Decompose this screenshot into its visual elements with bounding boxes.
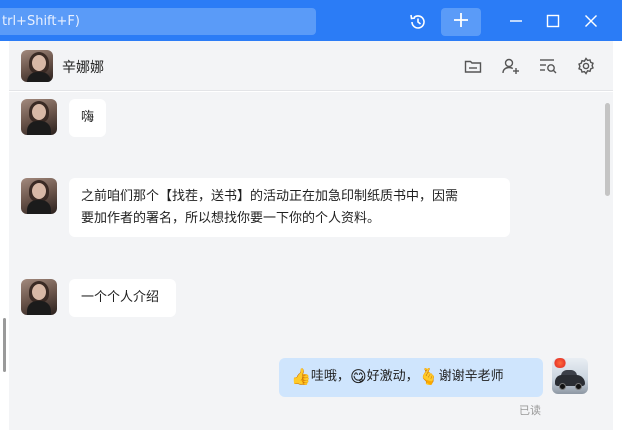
close-icon bbox=[584, 13, 598, 32]
message-bubble[interactable]: 之前咱们那个【找茬，送书】的活动正在加急印制纸质书中，因需 要加作者的署名，所以… bbox=[69, 178, 510, 237]
message-text: 嗨 bbox=[81, 110, 95, 125]
title-bar: trl+Shift+F) bbox=[0, 0, 622, 41]
close-button[interactable] bbox=[576, 9, 606, 35]
contact-avatar[interactable] bbox=[21, 50, 53, 82]
new-chat-button[interactable] bbox=[441, 8, 481, 36]
minimize-icon bbox=[509, 13, 523, 32]
contact-name[interactable]: 辛娜娜 bbox=[62, 57, 104, 77]
minimize-button[interactable] bbox=[501, 9, 531, 35]
message-scrollbar[interactable] bbox=[605, 103, 610, 196]
message-text-line: 之前咱们那个【找茬，送书】的活动正在加急印制纸质书中，因需 bbox=[81, 189, 459, 204]
my-avatar[interactable] bbox=[552, 358, 588, 394]
global-search-input[interactable]: trl+Shift+F) bbox=[0, 8, 316, 35]
folder-icon[interactable] bbox=[462, 55, 484, 77]
message-text: 谢谢辛老师 bbox=[438, 369, 504, 384]
contact-avatar[interactable] bbox=[21, 99, 57, 135]
history-icon[interactable] bbox=[405, 9, 431, 35]
chat-header: 辛娜娜 bbox=[9, 41, 613, 91]
thumbs-up-emoji: 👍 bbox=[291, 367, 311, 386]
window-right-edge bbox=[613, 41, 622, 430]
add-user-icon[interactable] bbox=[500, 55, 522, 77]
message-text: 哇哦， bbox=[310, 369, 350, 384]
yum-face-emoji: 😋 bbox=[349, 367, 367, 386]
message-text: 好激动， bbox=[366, 369, 419, 384]
search-history-icon[interactable] bbox=[537, 55, 559, 77]
message-text: 一个个人介绍 bbox=[81, 290, 160, 305]
message-bubble[interactable]: 一个个人介绍 bbox=[69, 279, 176, 317]
resize-handle[interactable] bbox=[3, 318, 6, 372]
finger-heart-emoji: 🫰 bbox=[418, 367, 439, 386]
plus-icon bbox=[452, 11, 470, 33]
read-status: 已读 bbox=[519, 404, 541, 417]
contact-avatar[interactable] bbox=[21, 279, 57, 315]
contact-avatar[interactable] bbox=[21, 178, 57, 214]
message-bubble[interactable]: 嗨 bbox=[69, 99, 106, 137]
my-message-bubble[interactable]: 👍哇哦，😋好激动，🫰谢谢辛老师 bbox=[279, 358, 543, 397]
maximize-button[interactable] bbox=[538, 9, 568, 35]
maximize-icon bbox=[546, 13, 560, 32]
message-text-line: 要加作者的署名，所以想找你要一下你的个人资料。 bbox=[81, 211, 381, 226]
settings-icon[interactable] bbox=[575, 55, 597, 77]
